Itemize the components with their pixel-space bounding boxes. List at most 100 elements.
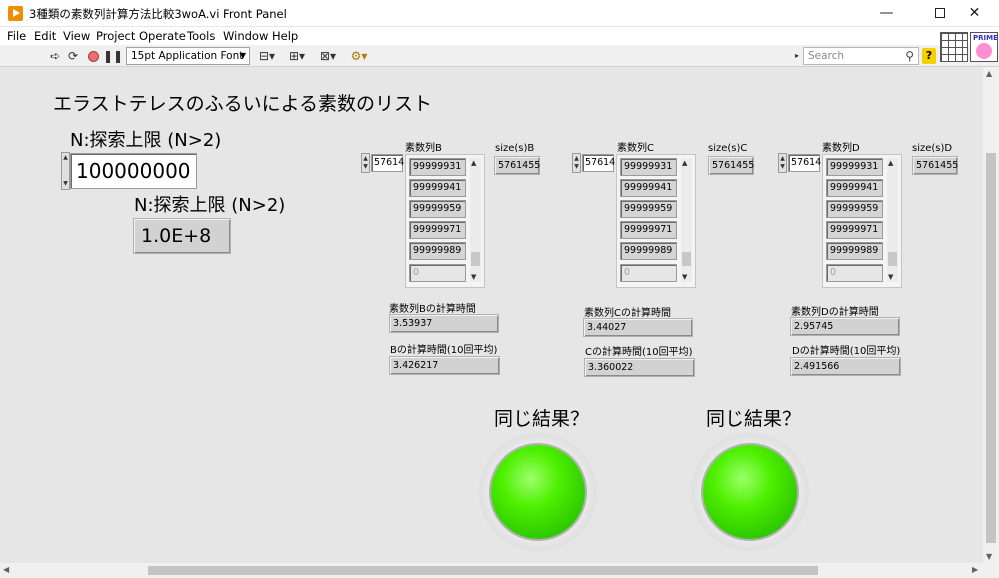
menu-help[interactable]: Help (272, 29, 298, 43)
array-b-element[interactable]: 99999959 (409, 200, 466, 218)
same-result-led-1 (491, 445, 585, 539)
array-d-scrollbar[interactable]: ▲ ▼ (887, 158, 898, 282)
led-2-frame (691, 433, 809, 551)
array-d-index[interactable]: 57614 (788, 154, 821, 172)
search-input[interactable]: Search ⚲ (803, 47, 919, 65)
size-d-value: 5761455 (912, 156, 958, 175)
array-d-element[interactable]: 99999931 (826, 158, 883, 176)
scrollbar-thumb[interactable] (682, 252, 691, 266)
array-b-index[interactable]: 57614 (371, 154, 404, 172)
array-c-element[interactable]: 99999959 (620, 200, 677, 218)
avg-c-value: 3.360022 (584, 358, 695, 377)
scrollbar-thumb[interactable] (888, 252, 897, 266)
time-b-value: 3.53937 (389, 314, 499, 333)
distribute-objects-icon[interactable]: ⊞▾ (286, 48, 308, 64)
array-c-scrollbar[interactable]: ▲ ▼ (681, 158, 692, 282)
array-b-element[interactable]: 99999941 (409, 179, 466, 197)
connector-pane-icon[interactable] (940, 32, 968, 62)
n-control-increment[interactable]: ▲ ▼ (61, 152, 70, 190)
menu-file[interactable]: File (7, 29, 26, 43)
size-b-value: 5761455 (494, 156, 540, 175)
pause-icon[interactable]: ❚❚ (103, 48, 123, 64)
minimize-button[interactable]: — (864, 0, 909, 27)
array-c-index[interactable]: 57614 (582, 154, 615, 172)
scroll-up-icon: ▲ (471, 159, 477, 167)
n-control-input[interactable]: 100000000 (70, 153, 197, 189)
time-c-value: 3.44027 (583, 318, 693, 337)
panel-title: エラストテレスのふるいによる素数のリスト (53, 93, 433, 115)
time-c-label: 素数列Cの計算時間 (584, 308, 671, 319)
array-c-element[interactable]: 99999971 (620, 221, 677, 239)
align-objects-icon[interactable]: ⊟▾ (256, 48, 278, 64)
menu-tools[interactable]: Tools (187, 29, 215, 43)
array-d-element[interactable]: 99999941 (826, 179, 883, 197)
array-c-label: 素数列C (617, 143, 654, 154)
menu-bar: File Edit View Project Operate Tools Win… (0, 27, 999, 45)
array-b-empty-element[interactable]: 0 (409, 264, 466, 282)
maximize-icon (934, 8, 945, 18)
time-b-label: 素数列Bの計算時間 (389, 304, 476, 315)
n-indicator-value: 1.0E+8 (133, 218, 231, 254)
toolbar-expand-icon[interactable]: ▸ (792, 48, 802, 64)
window-title: 3種類の素数列計算方法比較3woA.vi Front Panel (29, 7, 287, 21)
array-d[interactable]: 99999931 99999941 99999959 99999971 9999… (822, 154, 902, 288)
panel-horizontal-scrollbar[interactable]: ◀ ▶ (0, 563, 983, 578)
menu-edit[interactable]: Edit (34, 29, 56, 43)
resize-objects-icon[interactable]: ⊠▾ (317, 48, 339, 64)
array-d-element[interactable]: 99999959 (826, 200, 883, 218)
array-d-element[interactable]: 99999971 (826, 221, 883, 239)
close-button[interactable]: ✕ (952, 0, 997, 27)
increment-up-icon: ▲ (63, 154, 68, 161)
array-d-empty-element[interactable]: 0 (826, 264, 883, 282)
scrollbar-thumb[interactable] (148, 566, 818, 575)
array-b-element[interactable]: 99999971 (409, 221, 466, 239)
scroll-right-icon[interactable]: ▶ (972, 565, 978, 574)
array-b-element[interactable]: 99999989 (409, 242, 466, 260)
search-placeholder: Search (808, 50, 845, 62)
array-c[interactable]: 99999931 99999941 99999959 99999971 9999… (616, 154, 696, 288)
scroll-down-icon: ▼ (471, 273, 477, 281)
title-bar: 3種類の素数列計算方法比較3woA.vi Front Panel — ✕ (0, 0, 999, 27)
scroll-up-icon: ▲ (682, 159, 688, 167)
array-b-element[interactable]: 99999931 (409, 158, 466, 176)
array-d-element[interactable]: 99999989 (826, 242, 883, 260)
panel-vertical-scrollbar[interactable]: ▲ ▼ (983, 67, 999, 563)
time-d-value: 2.95745 (790, 317, 900, 336)
array-c-empty-element[interactable]: 0 (620, 264, 677, 282)
toolbar: ➪ ⟳ ❚❚ 15pt Application Font ▼ ⊟▾ ⊞▾ ⊠▾ … (0, 45, 999, 67)
array-c-element[interactable]: 99999989 (620, 242, 677, 260)
abort-execution-icon[interactable] (84, 48, 102, 64)
context-help-button[interactable]: ? (922, 48, 936, 64)
array-b[interactable]: 99999931 99999941 99999959 99999971 9999… (405, 154, 485, 288)
menu-project[interactable]: Project (96, 29, 135, 43)
run-arrow-icon[interactable]: ➪ (46, 48, 64, 64)
array-b-scrollbar[interactable]: ▲ ▼ (470, 158, 481, 282)
avg-d-value: 2.491566 (790, 357, 901, 376)
font-dropdown[interactable]: 15pt Application Font ▼ (126, 47, 250, 65)
menu-view[interactable]: View (63, 29, 90, 43)
array-c-element[interactable]: 99999941 (620, 179, 677, 197)
array-d-index-increment[interactable]: ▲ ▼ (778, 153, 787, 173)
array-b-index-increment[interactable]: ▲ ▼ (361, 153, 370, 173)
scrollbar-thumb[interactable] (986, 153, 996, 543)
menu-operate[interactable]: Operate (139, 29, 186, 43)
scroll-down-icon[interactable]: ▼ (986, 552, 992, 561)
increment-up-icon: ▲ (363, 155, 368, 162)
menu-window[interactable]: Window (223, 29, 268, 43)
avg-d-label: Dの計算時間(10回平均) (792, 346, 901, 357)
led-2-label: 同じ結果？ (706, 408, 802, 430)
array-c-element[interactable]: 99999931 (620, 158, 677, 176)
scroll-left-icon[interactable]: ◀ (3, 565, 9, 574)
scroll-up-icon[interactable]: ▲ (986, 69, 992, 78)
n-control-label: N:探索上限 (N>2) (70, 130, 222, 151)
array-d-label: 素数列D (822, 143, 860, 154)
run-continuously-icon[interactable]: ⟳ (64, 48, 82, 64)
flower-icon (976, 43, 992, 59)
size-c-value: 5761455 (708, 156, 754, 175)
reorder-icon[interactable]: ⚙▾ (348, 48, 370, 64)
array-c-index-increment[interactable]: ▲ ▼ (572, 153, 581, 173)
increment-down-icon: ▼ (780, 163, 785, 170)
same-result-led-2 (703, 445, 797, 539)
vi-icon[interactable]: PRIME (970, 32, 998, 62)
scrollbar-thumb[interactable] (471, 252, 480, 266)
